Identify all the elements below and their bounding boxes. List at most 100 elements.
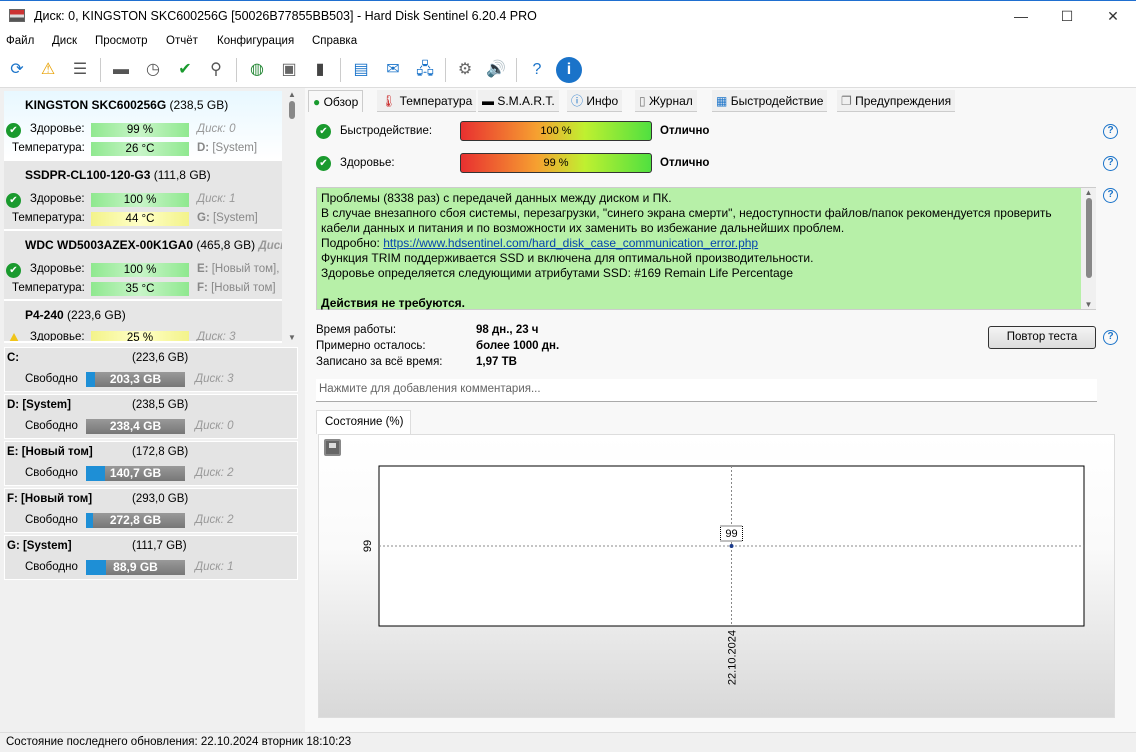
data-point — [729, 544, 734, 548]
notepad-icon[interactable]: ▤ — [348, 57, 374, 83]
menu-file[interactable]: Файл — [6, 35, 34, 47]
disk-item-wdc[interactable]: WDC WD5003AZEX-00K1GA0 (465,8 GB) Диск: … — [4, 231, 282, 301]
ok-check-icon: ● — [313, 95, 321, 109]
volume-name: F: [Новый том] — [7, 493, 93, 505]
close-button[interactable]: ✕ — [1090, 1, 1136, 31]
details-link[interactable]: https://www.hdsentinel.com/hard_disk_cas… — [383, 236, 758, 250]
tab-performance[interactable]: ▦ Быстродействие — [712, 90, 828, 112]
volume-name: E: [Новый том] — [7, 446, 93, 458]
disk-index: Диск: 0 — [195, 420, 234, 432]
volume-name: C: — [7, 352, 20, 364]
health-bar: 100 % — [91, 263, 189, 277]
disk-index: Диск: 2 — [195, 514, 234, 526]
info-icon[interactable]: i — [556, 57, 582, 83]
help-icon[interactable]: ? — [1103, 330, 1118, 345]
tab-alerts[interactable]: ❐ Предупреждения — [837, 90, 956, 112]
tab-temperature[interactable]: 🌡 Температура — [377, 90, 477, 112]
disk-item-p4-240[interactable]: P4-240 (223,6 GB) Здоровье: 25 % Диск: 3 — [4, 301, 282, 343]
message-line: Здоровье определяется следующими атрибут… — [321, 266, 794, 280]
temperature-bar: 44 °C — [91, 212, 189, 226]
speaker-icon[interactable]: 🔊 — [483, 57, 509, 83]
menu-view[interactable]: Просмотр — [95, 35, 148, 47]
help-icon[interactable]: ? — [1103, 124, 1118, 139]
disk-search-icon[interactable]: ⚲ — [203, 57, 229, 83]
minimize-button[interactable]: — — [998, 1, 1044, 31]
mail-icon[interactable]: ✉ — [380, 57, 406, 83]
refresh-warning-icon[interactable]: ⚠ — [35, 57, 61, 83]
usb-icon[interactable]: ▣ — [276, 57, 302, 83]
help-icon[interactable]: ? — [1103, 188, 1118, 203]
scroll-thumb[interactable] — [289, 101, 295, 119]
disk-size: (223,6 GB) — [67, 308, 126, 322]
title-bar: Диск: 0, KINGSTON SKC600256G [50026B7785… — [0, 0, 1136, 31]
comment-input[interactable]: Нажмите для добавления комментария... — [316, 379, 1097, 402]
free-label: Свободно — [25, 373, 78, 385]
volume-item[interactable]: F: [Новый том] (293,0 GB) Свободно 272,8… — [4, 488, 298, 533]
network-icon[interactable]: 🖧 — [412, 57, 438, 83]
app-icon — [9, 9, 25, 22]
free-space-bar: 88,9 GB — [86, 560, 185, 575]
toolbar-separator — [236, 58, 237, 82]
written-value: 1,97 TB — [476, 356, 517, 368]
menu-disk[interactable]: Диск — [52, 35, 77, 47]
disk-clock-icon[interactable]: ◷ — [140, 57, 166, 83]
disk-item-ssdpr[interactable]: SSDPR-CL100-120-G3 (111,8 GB) ✔ Здоровье… — [4, 161, 282, 231]
refresh-icon[interactable]: ⟳ — [4, 57, 30, 83]
maximize-button[interactable]: ☐ — [1044, 1, 1090, 31]
temperature-label: Температура: — [12, 282, 85, 294]
health-rating: Отлично — [660, 157, 710, 169]
volume-size: (111,7 GB) — [132, 540, 187, 552]
uptime-label: Время работы: — [316, 324, 397, 336]
retest-button[interactable]: Повтор теста — [988, 326, 1096, 349]
uptime-value: 98 дн., 23 ч — [476, 324, 539, 336]
disk-name: P4-240 — [25, 308, 64, 322]
menu-report[interactable]: Отчёт — [166, 35, 198, 47]
temperature-bar: 35 °C — [91, 282, 189, 296]
disk-sound-icon[interactable]: ▬ — [108, 57, 134, 83]
gear-icon[interactable]: ⚙ — [452, 57, 478, 83]
disk-list-scrollbar[interactable]: ▲ ▼ — [285, 90, 299, 342]
free-space-bar: 140,7 GB — [86, 466, 185, 481]
disk-size: (238,5 GB) — [169, 98, 229, 112]
menu-help[interactable]: Справка — [312, 35, 357, 47]
status-message: Проблемы (8338 раз) с передачей данных м… — [316, 187, 1096, 310]
temperature-bar: 26 °C — [91, 142, 189, 156]
tab-log[interactable]: ▯ Журнал — [635, 90, 697, 112]
tab-smart[interactable]: ▬ S.M.A.R.T. — [478, 90, 559, 112]
health-chart: 99 22.10.2024 99 — [318, 434, 1115, 718]
message-scrollbar[interactable]: ▲ ▼ — [1081, 188, 1096, 309]
scroll-up-icon[interactable]: ▲ — [285, 90, 299, 99]
volume-item[interactable]: G: [System] (111,7 GB) Свободно 88,9 GB … — [4, 535, 298, 580]
left-panel: KINGSTON SKC600256G (238,5 GB) ✔ Здоровь… — [0, 88, 301, 732]
disk-list-icon[interactable]: ☰ — [67, 57, 93, 83]
free-space-bar: 238,4 GB — [86, 419, 185, 434]
free-space-bar: 272,8 GB — [86, 513, 185, 528]
volume-item[interactable]: C: (223,6 GB) Свободно 203,3 GB Диск: 3 — [4, 347, 298, 392]
written-label: Записано за всё время: — [316, 356, 443, 368]
disk-index: Диск: 0 — [197, 123, 236, 135]
volume-item[interactable]: E: [Новый том] (172,8 GB) Свободно 140,7… — [4, 441, 298, 486]
disk-item-kingston[interactable]: KINGSTON SKC600256G (238,5 GB) ✔ Здоровь… — [4, 91, 282, 161]
status-bar: Состояние последнего обновления: 22.10.2… — [0, 732, 1136, 752]
disk-index: Диск: 2 — [195, 467, 234, 479]
usb-drive-icon[interactable]: ▮ — [307, 57, 333, 83]
message-line: Действия не требуются. — [321, 296, 465, 310]
ok-check-icon: ✔ — [316, 156, 331, 171]
help-icon[interactable]: ? — [524, 57, 550, 83]
disk-name: KINGSTON SKC600256G — [25, 98, 167, 112]
tab-health-history[interactable]: Состояние (%) — [316, 410, 411, 434]
chart-svg: 99 22.10.2024 99 — [362, 465, 1085, 685]
globe-disk-icon[interactable]: ◍ — [244, 57, 270, 83]
disk-index: Диск: 3 — [197, 331, 236, 343]
documents-icon: ❐ — [841, 94, 852, 108]
help-icon[interactable]: ? — [1103, 156, 1118, 171]
thermometer-icon: 🌡 — [381, 94, 397, 108]
menu-configuration[interactable]: Конфигурация — [217, 35, 294, 47]
health-bar: 99 % — [91, 123, 189, 137]
tab-overview[interactable]: ● Обзор — [308, 90, 364, 112]
toolbar-separator — [340, 58, 341, 82]
scroll-down-icon[interactable]: ▼ — [285, 333, 299, 342]
tab-info[interactable]: ⓘ Инфо — [567, 90, 623, 112]
disk-check-icon[interactable]: ✔ — [172, 57, 198, 83]
volume-item[interactable]: D: [System] (238,5 GB) Свободно 238,4 GB… — [4, 394, 298, 439]
